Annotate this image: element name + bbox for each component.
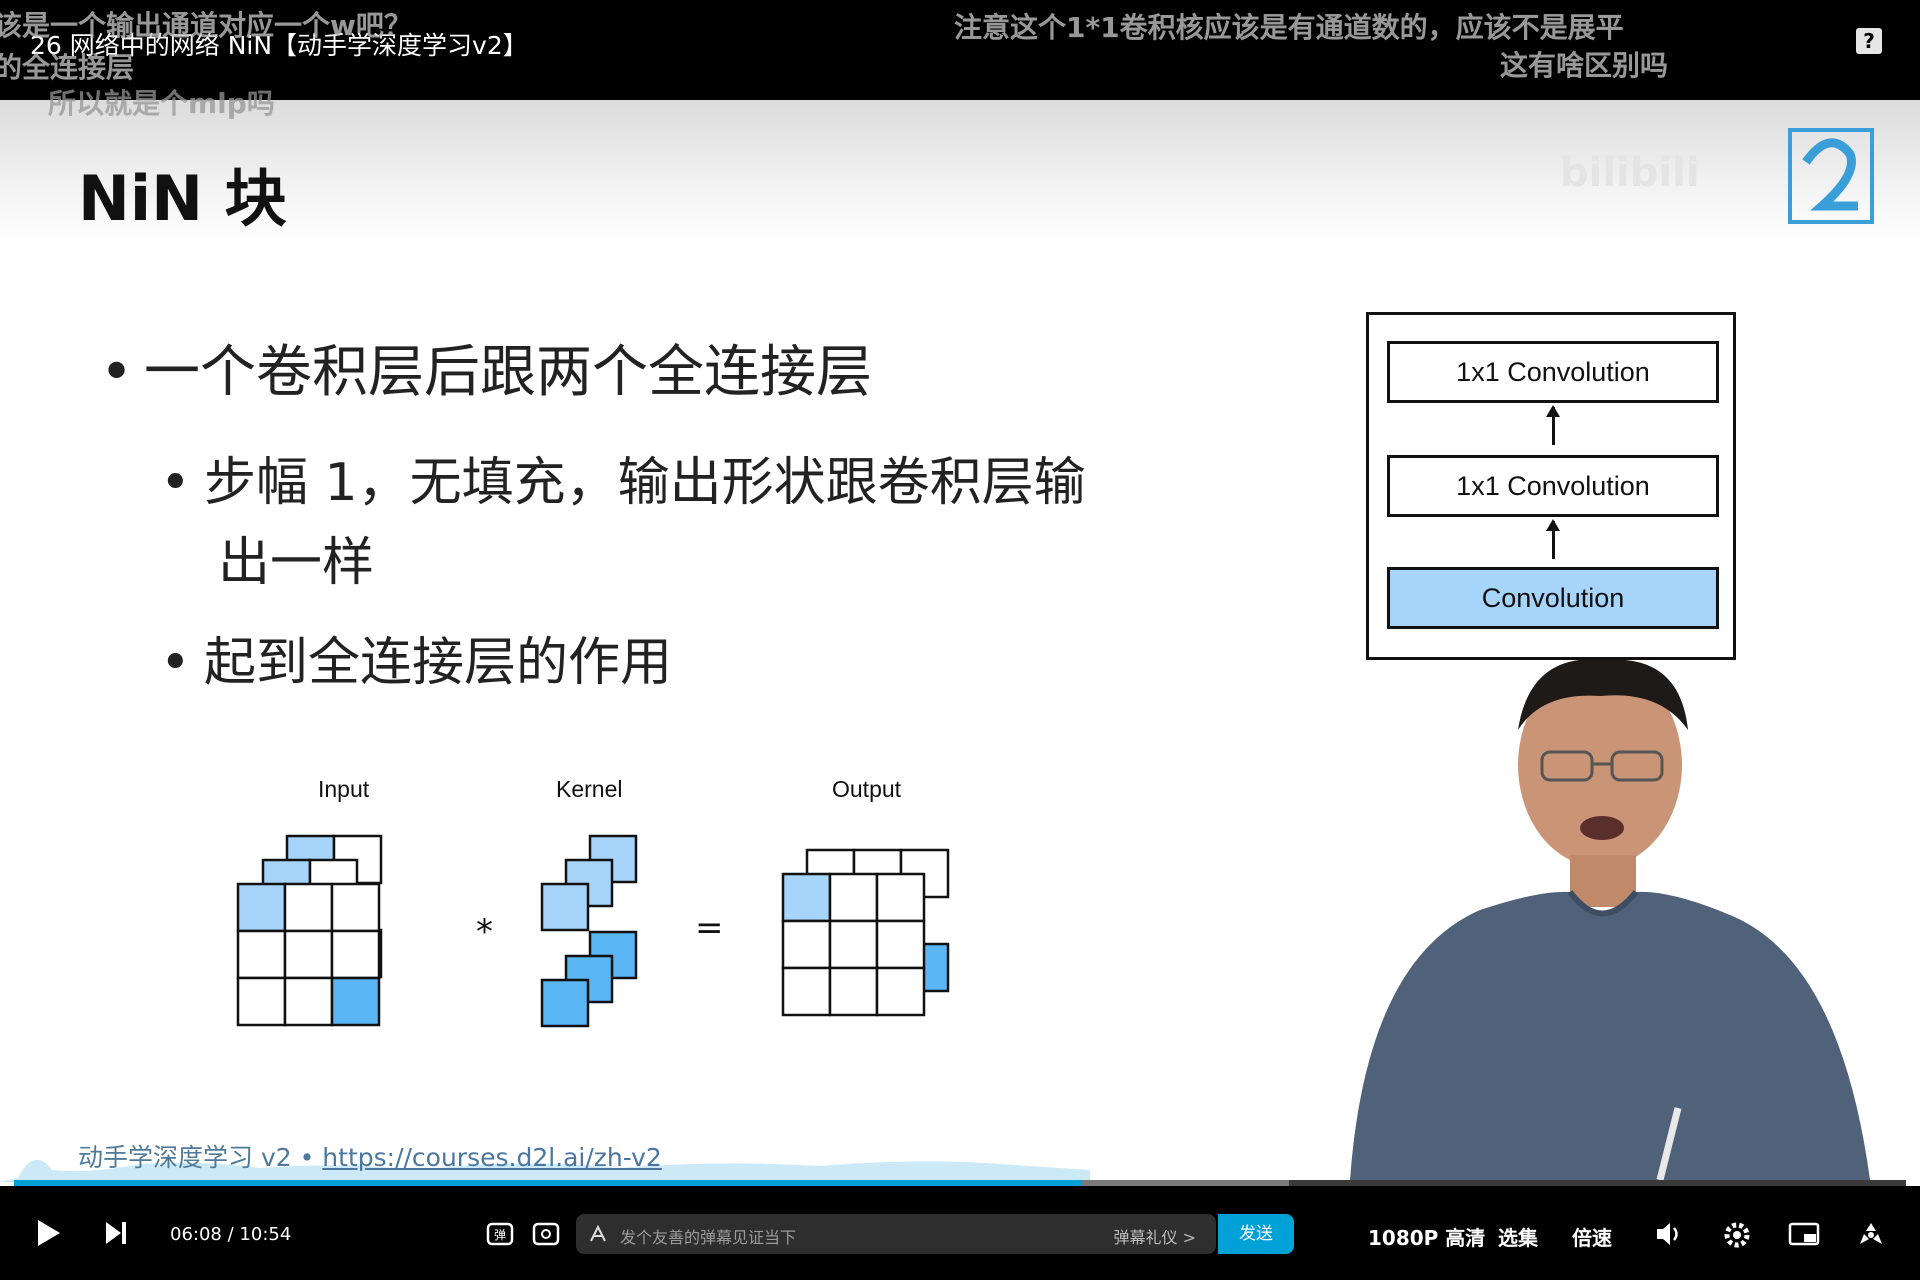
equals-operator: = bbox=[695, 908, 724, 948]
picture-in-picture-icon[interactable] bbox=[1788, 1222, 1820, 1248]
episodes-button[interactable]: 选集 bbox=[1498, 1222, 1538, 1251]
video-frame[interactable]: NiN 块 bilibili • 一个卷积层后跟两个全连接层 • 步幅 1，无填充，… bbox=[0, 0, 1920, 1280]
danmaku-comment: 的全连接层 bbox=[0, 51, 135, 84]
presenter-video bbox=[1350, 660, 1870, 1180]
settings-gear-icon[interactable] bbox=[1722, 1220, 1752, 1250]
sub-bullet-item: • 起到全连接层的作用 bbox=[160, 633, 673, 693]
arrow-head bbox=[1546, 405, 1560, 417]
danmaku-comment: 注意这个1*1卷积核应该是有通道数的，应该不是展平 bbox=[954, 11, 1624, 44]
help-icon[interactable]: ? bbox=[1856, 28, 1882, 54]
layer-1x1-conv-top: 1x1 Convolution bbox=[1387, 341, 1719, 403]
danmaku-settings-icon[interactable] bbox=[532, 1220, 560, 1248]
fullscreen-icon[interactable] bbox=[1856, 1220, 1886, 1250]
input-tensor-graphic bbox=[236, 834, 383, 1027]
current-time: 06:08 bbox=[170, 1224, 222, 1245]
sub-bullet-continuation: 出一样 bbox=[218, 533, 375, 593]
send-button[interactable]: 发送 bbox=[1218, 1214, 1294, 1254]
quality-selector[interactable]: 1080P 高清 bbox=[1368, 1222, 1485, 1251]
danmaku-comment: 这有啥区别吗 bbox=[1500, 49, 1669, 82]
kernel-label: Kernel bbox=[556, 776, 623, 802]
danmaku-placeholder: 发个友善的弹幕见证当下 bbox=[620, 1228, 797, 1247]
slide-footer: 动手学深度学习 v2 • https://courses.d2l.ai/zh-v… bbox=[78, 1143, 662, 1172]
d2l-logo bbox=[1788, 128, 1874, 224]
watermark-text: bilibili bbox=[1560, 150, 1700, 196]
time-display: 06:08 / 10:54 bbox=[170, 1224, 292, 1245]
slide-title: NiN 块 bbox=[78, 162, 287, 235]
danmaku-input[interactable]: 发个友善的弹幕见证当下 弹幕礼仪 > bbox=[576, 1214, 1216, 1254]
layer-1x1-conv-middle: 1x1 Convolution bbox=[1387, 455, 1719, 517]
player-controls: 06:08 / 10:54 弹 发个友善的弹幕见证当下 弹幕礼仪 > 发送 10… bbox=[0, 1186, 1920, 1280]
danmaku-etiquette-link[interactable]: 弹幕礼仪 > bbox=[1114, 1224, 1197, 1248]
sub-bullet-item: • 步幅 1，无填充，输出形状跟卷积层输 bbox=[160, 453, 1086, 513]
output-label: Output bbox=[832, 776, 902, 802]
arrow-head bbox=[1546, 519, 1560, 531]
layer-convolution: Convolution bbox=[1387, 567, 1719, 629]
svg-text:弹: 弹 bbox=[494, 1228, 506, 1242]
convolution-operator: * bbox=[476, 912, 493, 952]
kernel-tensor-graphic bbox=[540, 834, 638, 1028]
next-icon[interactable] bbox=[104, 1220, 128, 1246]
nin-block-diagram: 1x1 Convolution 1x1 Convolution Convolut… bbox=[1366, 312, 1736, 660]
bullet-item: • 一个卷积层后跟两个全连接层 bbox=[100, 340, 872, 405]
speed-button[interactable]: 倍速 bbox=[1572, 1222, 1612, 1251]
course-link[interactable]: https://courses.d2l.ai/zh-v2 bbox=[322, 1143, 662, 1172]
danmaku-comment: 所以就是个mlp吗 bbox=[48, 87, 275, 120]
danmaku-toggle-icon[interactable]: 弹 bbox=[486, 1220, 514, 1248]
output-tensor-graphic bbox=[781, 848, 950, 1017]
input-label: Input bbox=[318, 776, 370, 802]
volume-icon[interactable] bbox=[1654, 1220, 1684, 1248]
text-style-icon[interactable] bbox=[588, 1224, 608, 1244]
duration: 10:54 bbox=[239, 1224, 292, 1245]
play-icon[interactable] bbox=[34, 1218, 62, 1248]
danmaku-comment: 该是一个输出通道对应一个w吧？ bbox=[0, 9, 412, 42]
